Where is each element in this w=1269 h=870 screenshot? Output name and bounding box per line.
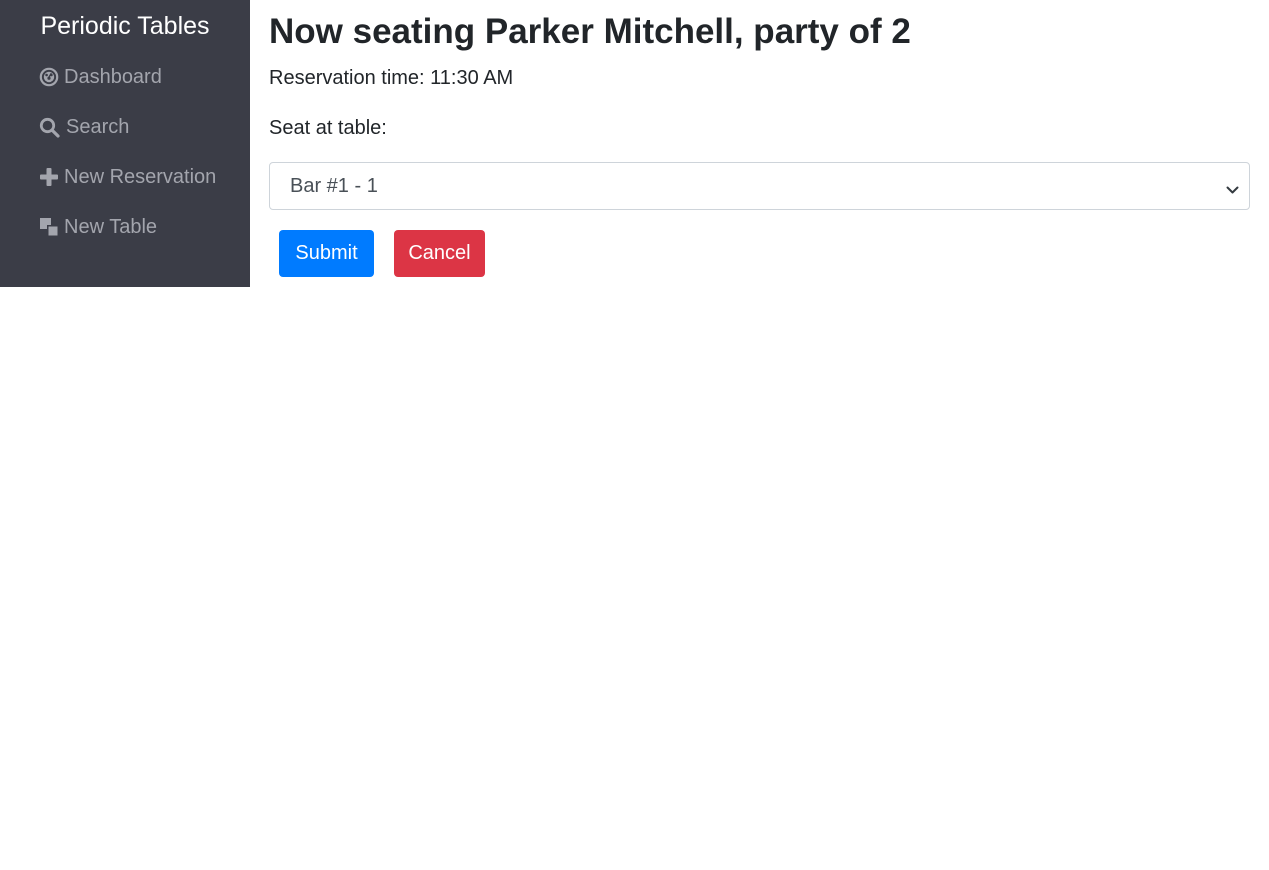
page-title: Now seating Parker Mitchell, party of 2 xyxy=(269,12,911,51)
layers-icon xyxy=(38,216,60,238)
dashboard-icon xyxy=(38,66,60,88)
sidebar-item-dashboard[interactable]: Dashboard xyxy=(38,62,162,92)
sidebar-item-new-table[interactable]: New Table xyxy=(38,212,157,242)
reservation-time: Reservation time: 11:30 AM xyxy=(269,67,514,89)
sidebar-item-label: Dashboard xyxy=(64,65,162,88)
cancel-button[interactable]: Cancel xyxy=(394,230,485,277)
table-select-value: Bar #1 - 1 xyxy=(290,174,378,197)
search-icon xyxy=(38,116,60,138)
chevron-down-icon xyxy=(1226,180,1239,203)
plus-icon xyxy=(38,166,60,188)
sidebar-item-search[interactable]: Search xyxy=(38,112,129,142)
sidebar-item-label: Search xyxy=(66,115,130,138)
seat-at-table-label: Seat at table: xyxy=(269,117,387,139)
sidebar-item-new-reservation[interactable]: New Reservation xyxy=(38,162,216,192)
sidebar-item-label: New Table xyxy=(64,215,158,238)
submit-button[interactable]: Submit xyxy=(279,230,374,277)
sidebar-item-label: New Reservation xyxy=(64,165,217,188)
brand-title[interactable]: Periodic Tables xyxy=(0,10,250,42)
table-select[interactable]: Bar #1 - 1 xyxy=(269,162,1250,210)
sidebar: Periodic Tables Dashboard Search New Res… xyxy=(0,0,250,287)
